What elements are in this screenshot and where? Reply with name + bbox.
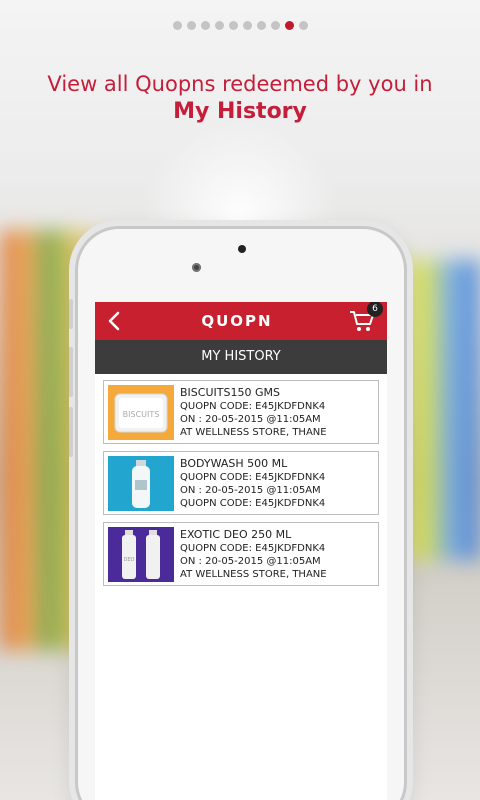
headline-line2: My History	[173, 99, 307, 124]
phone-volume-down	[69, 407, 73, 457]
item-code-2: QUOPN CODE: E45JKDFDNK4	[180, 497, 326, 509]
page-dot-1[interactable]	[172, 21, 182, 30]
item-title: BISCUITS150 GMS	[180, 385, 280, 399]
product-image-biscuits: BISCUITS	[108, 384, 174, 440]
page-dot-8[interactable]	[270, 21, 280, 30]
product-image-bodywash	[108, 455, 174, 511]
item-title: BODYWASH 500 ML	[180, 456, 288, 470]
phone-mute-switch	[69, 299, 73, 329]
phone-speaker	[238, 245, 246, 253]
history-item[interactable]: DEO EXOTIC DEO 250 ML QUOPN CODE: E45JKD…	[103, 522, 379, 586]
page-dot-4[interactable]	[214, 21, 224, 30]
history-list: BISCUITS BISCUITS150 GMS QUOPN CODE: E45…	[95, 374, 387, 586]
item-info: EXOTIC DEO 250 ML QUOPN CODE: E45JKDFDNK…	[174, 528, 327, 581]
section-title: MY HISTORY	[95, 340, 387, 374]
item-date: ON : 20-05-2015 @11:05AM	[180, 555, 321, 567]
item-code: QUOPN CODE: E45JKDFDNK4	[180, 542, 326, 554]
item-store: AT WELLNESS STORE, THANE	[180, 568, 327, 580]
history-item[interactable]: BISCUITS BISCUITS150 GMS QUOPN CODE: E45…	[103, 380, 379, 444]
cart-count-badge: 6	[366, 302, 383, 317]
history-item[interactable]: BODYWASH 500 ML QUOPN CODE: E45JKDFDNK4 …	[103, 451, 379, 515]
page-dot-5[interactable]	[228, 21, 238, 30]
item-date: ON : 20-05-2015 @11:05AM	[180, 484, 321, 496]
item-code: QUOPN CODE: E45JKDFDNK4	[180, 471, 326, 483]
page-dot-3[interactable]	[200, 21, 210, 30]
item-title: EXOTIC DEO 250 ML	[180, 527, 292, 541]
page-dot-7[interactable]	[256, 21, 266, 30]
thumb-label: BISCUITS	[123, 410, 160, 419]
page-dot-6[interactable]	[242, 21, 252, 30]
app-screen: QUOPN 6 MY HISTORY BISCUITS BISCUITS150 …	[95, 302, 387, 800]
page-dot-9-active[interactable]	[284, 21, 294, 30]
app-bar: QUOPN 6	[95, 302, 387, 340]
item-store: AT WELLNESS STORE, THANE	[180, 426, 327, 438]
headline: View all Quopns redeemed by you in My Hi…	[0, 70, 480, 126]
item-info: BISCUITS150 GMS QUOPN CODE: E45JKDFDNK4 …	[174, 386, 327, 439]
item-info: BODYWASH 500 ML QUOPN CODE: E45JKDFDNK4 …	[174, 457, 325, 510]
phone-mockup: QUOPN 6 MY HISTORY BISCUITS BISCUITS150 …	[69, 226, 407, 800]
chevron-left-icon[interactable]	[103, 310, 125, 332]
thumb-label: DEO	[124, 557, 135, 563]
item-date: ON : 20-05-2015 @11:05AM	[180, 413, 321, 425]
item-code: QUOPN CODE: E45JKDFDNK4	[180, 400, 326, 412]
page-indicator	[0, 21, 480, 30]
phone-volume-up	[69, 347, 73, 397]
cart-button[interactable]: 6	[349, 302, 383, 333]
product-image-deo: DEO	[108, 526, 174, 582]
phone-camera	[192, 263, 201, 272]
page-dot-2[interactable]	[186, 21, 196, 30]
headline-line1: View all Quopns redeemed by you in	[47, 72, 433, 96]
page-dot-10[interactable]	[298, 21, 308, 30]
brand-logo: QUOPN	[201, 312, 273, 330]
